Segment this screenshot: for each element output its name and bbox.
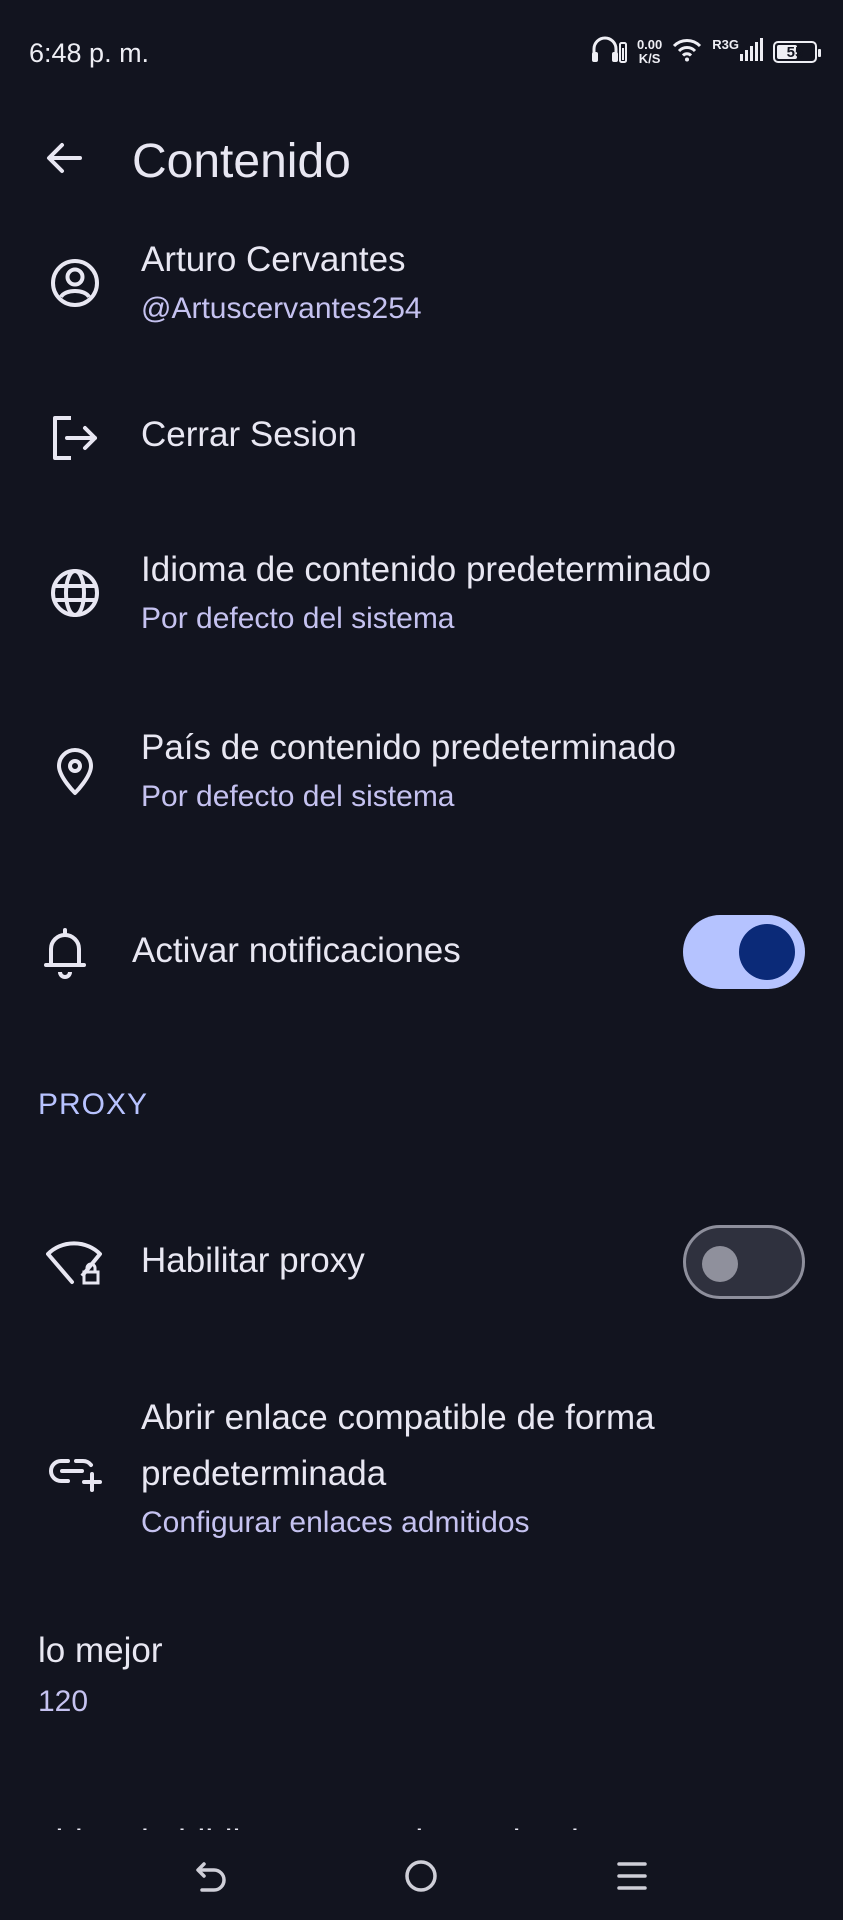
notifications-label: Activar notificaciones [132, 931, 461, 970]
proxy-label: Habilitar proxy [141, 1241, 365, 1280]
headphones-icon [591, 35, 627, 70]
nav-home-icon [401, 1856, 441, 1901]
toggle-knob [702, 1246, 738, 1282]
content-country-title: País de contenido predeterminado [141, 728, 677, 767]
content-language-value: Por defecto del sistema [141, 602, 455, 635]
app-bar: Contenido [0, 110, 843, 208]
partial-row-title: cbios de bibliotecas predeterminadas [38, 1808, 616, 1830]
link-add-icon [44, 1441, 106, 1503]
battery-icon: 55 [773, 41, 821, 63]
logout-icon [44, 407, 106, 469]
net-speed-unit: K/S [638, 51, 661, 66]
toggle-knob [739, 924, 795, 980]
battery-level: 55 [786, 43, 804, 61]
content-language-title: Idioma de contenido predeterminado [141, 550, 712, 589]
quality-value: 120 [38, 1685, 89, 1718]
signal-bars-icon [739, 37, 763, 67]
nav-home-button[interactable] [391, 1848, 451, 1908]
proxy-row[interactable]: Habilitar proxy [0, 1210, 843, 1316]
logout-label: Cerrar Sesion [141, 415, 357, 454]
content-language-row[interactable]: Idioma de contenido predeterminado Por d… [0, 530, 843, 660]
status-time: 6:48 p. m. [29, 38, 150, 68]
open-links-value: Configurar enlaces admitidos [141, 1506, 530, 1539]
notifications-toggle[interactable] [683, 915, 805, 989]
page-title: Contenido [132, 135, 351, 188]
account-circle-icon [44, 252, 106, 314]
system-nav-bar [0, 1830, 843, 1920]
account-name: Arturo Cervantes [141, 240, 406, 279]
wifi-lock-icon [44, 1232, 106, 1294]
quality-row[interactable]: lo mejor 120 [0, 1625, 843, 1735]
globe-icon [44, 562, 106, 624]
account-handle: @Artuscervantes254 [141, 292, 422, 325]
nav-menu-button[interactable] [602, 1848, 662, 1908]
net-speed-value: 0.00 [636, 37, 663, 52]
content-country-value: Por defecto del sistema [141, 780, 455, 813]
status-bar: 6:48 p. m. 0.00 K/S R3G 55 [0, 0, 843, 100]
proxy-toggle[interactable] [683, 1225, 805, 1299]
open-links-title-line2: predeterminada [141, 1454, 387, 1493]
account-row[interactable]: Arturo Cervantes @Artuscervantes254 [0, 220, 843, 350]
location-pin-icon [44, 740, 106, 802]
notifications-row[interactable]: Activar notificaciones [0, 900, 843, 1006]
net-speed: 0.00 K/S [637, 38, 662, 66]
nav-menu-icon [612, 1856, 652, 1901]
nav-back-button[interactable] [182, 1848, 242, 1908]
open-links-row[interactable]: Abrir enlace compatible de forma predete… [0, 1385, 843, 1555]
content-country-row[interactable]: País de contenido predeterminado Por def… [0, 708, 843, 838]
bell-icon [34, 922, 96, 984]
signal-type-label: R3G [712, 36, 739, 52]
wifi-icon [672, 38, 702, 67]
proxy-section-header: PROXY [38, 1088, 149, 1121]
open-links-title-line1: Abrir enlace compatible de forma [141, 1398, 655, 1437]
nav-back-icon [192, 1856, 232, 1901]
status-icons: 0.00 K/S R3G 55 [591, 34, 821, 70]
quality-title: lo mejor [38, 1631, 163, 1670]
back-button[interactable] [36, 132, 92, 188]
arrow-left-icon [44, 138, 84, 183]
logout-row[interactable]: Cerrar Sesion [0, 395, 843, 485]
